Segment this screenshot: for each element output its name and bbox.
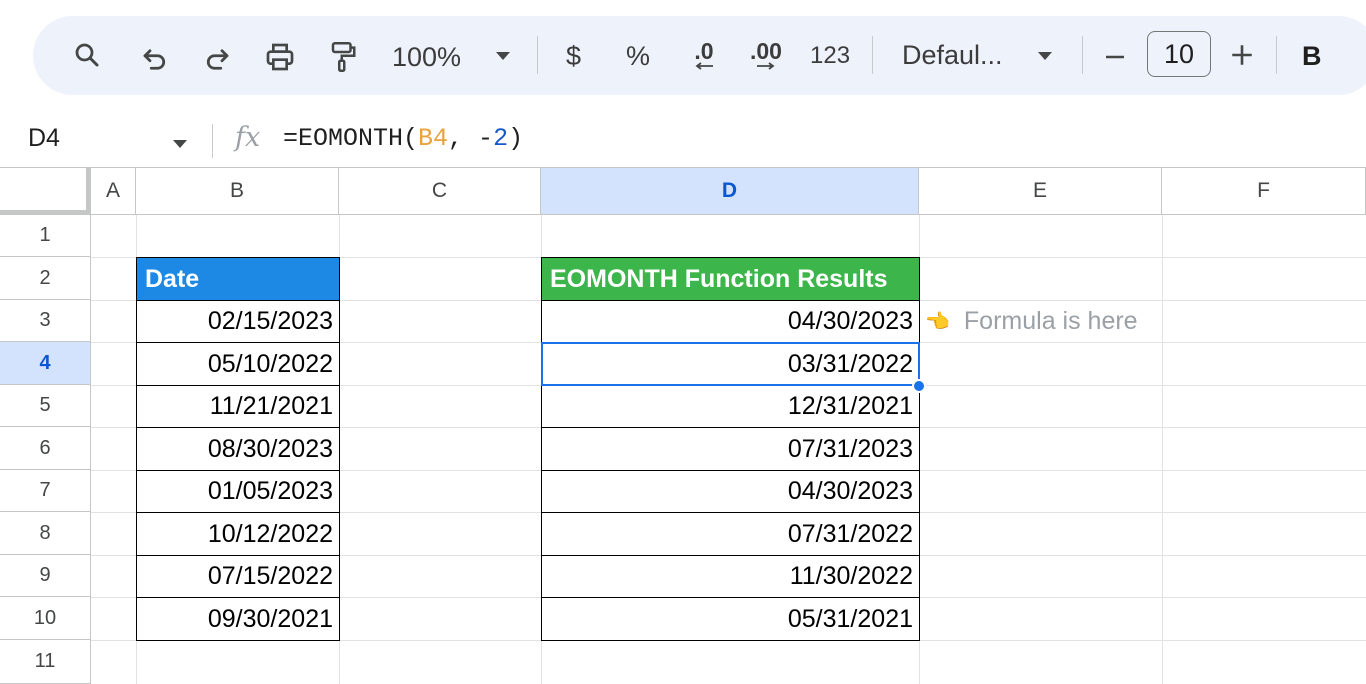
- date-cell[interactable]: 01/05/2023: [136, 470, 340, 513]
- row-header-9[interactable]: 9: [0, 555, 91, 597]
- zoom-select[interactable]: 100%: [392, 38, 461, 76]
- chevron-down-icon[interactable]: [172, 136, 188, 154]
- percent-format-button[interactable]: %: [626, 38, 650, 74]
- select-all-corner[interactable]: [0, 167, 91, 215]
- result-cell[interactable]: 07/31/2023: [541, 427, 920, 471]
- result-cell[interactable]: 12/31/2021: [541, 385, 920, 428]
- column-header-a[interactable]: A: [91, 167, 136, 215]
- column-header-d[interactable]: D: [541, 167, 919, 215]
- number-format-button[interactable]: 123: [810, 38, 850, 74]
- print-icon[interactable]: [262, 39, 298, 75]
- row-header-11[interactable]: 11: [0, 640, 91, 684]
- name-box[interactable]: D4: [28, 124, 60, 153]
- formula-bar: D4 fx =EOMONTH(B4, -2): [0, 112, 1366, 167]
- search-icon[interactable]: [70, 38, 104, 72]
- active-cell-selection[interactable]: [541, 342, 920, 386]
- row-header-7[interactable]: 7: [0, 470, 91, 512]
- date-cell[interactable]: 10/12/2022: [136, 512, 340, 556]
- increase-decimal-label: .00: [750, 38, 782, 64]
- note-text: Formula is here: [963, 306, 1138, 335]
- pointing-hand-icon: 👈: [925, 310, 950, 333]
- column-header-f[interactable]: F: [1162, 167, 1366, 215]
- result-cell[interactable]: 11/30/2022: [541, 555, 920, 598]
- font-family-select[interactable]: Defaul...: [902, 37, 1003, 73]
- chevron-down-icon[interactable]: [1034, 48, 1056, 64]
- result-cell[interactable]: 04/30/2023: [541, 470, 920, 513]
- date-cell[interactable]: 07/15/2022: [136, 555, 340, 598]
- toolbar-area: 100% $ % .0 .00 123 Defaul... 10 B: [0, 0, 1366, 112]
- formula-prefix: =EOMONTH(: [283, 124, 419, 153]
- date-cell[interactable]: 02/15/2023: [136, 300, 340, 343]
- formula-suffix: ): [508, 124, 524, 153]
- formula-ref: B4: [418, 124, 449, 153]
- chevron-down-icon[interactable]: [492, 48, 514, 64]
- row-header-3[interactable]: 3: [0, 300, 91, 342]
- date-cell[interactable]: 11/21/2021: [136, 385, 340, 428]
- date-cell[interactable]: 05/10/2022: [136, 342, 340, 386]
- decrease-decimal-label: .0: [694, 38, 714, 64]
- decrease-decimal-button[interactable]: .0: [684, 36, 724, 76]
- row-header-8[interactable]: 8: [0, 512, 91, 555]
- row-header-5[interactable]: 5: [0, 385, 91, 427]
- row-header-4[interactable]: 4: [0, 342, 91, 385]
- bold-button[interactable]: B: [1302, 38, 1322, 74]
- spreadsheet-grid[interactable]: A B C D E F 1 2 3 4 5 6 7 8 9 10 11 Date EOMONTH Function …: [0, 167, 1366, 684]
- formula-num: 2: [493, 124, 509, 153]
- fx-icon: fx: [235, 122, 261, 153]
- row-header-6[interactable]: 6: [0, 427, 91, 470]
- paint-format-icon[interactable]: [326, 38, 360, 76]
- row-header-1[interactable]: 1: [0, 215, 91, 257]
- date-header-cell[interactable]: Date: [136, 257, 340, 301]
- currency-format-button[interactable]: $: [566, 38, 581, 74]
- undo-icon[interactable]: [138, 40, 172, 74]
- redo-icon[interactable]: [200, 40, 234, 74]
- arrow-left-icon: [695, 62, 713, 70]
- plus-icon[interactable]: [1227, 40, 1257, 70]
- formula-input[interactable]: =EOMONTH(B4, -2): [283, 124, 523, 153]
- column-header-c[interactable]: C: [339, 167, 541, 215]
- result-cell[interactable]: 05/31/2021: [541, 597, 920, 641]
- arrow-right-icon: [757, 62, 775, 70]
- increase-decimal-button[interactable]: .00: [746, 36, 786, 76]
- fill-handle[interactable]: [912, 379, 926, 393]
- result-header-cell[interactable]: EOMONTH Function Results: [541, 257, 920, 301]
- row-header-10[interactable]: 10: [0, 597, 91, 640]
- font-size-input[interactable]: 10: [1147, 31, 1211, 77]
- result-cell[interactable]: 07/31/2022: [541, 512, 920, 556]
- date-cell[interactable]: 09/30/2021: [136, 597, 340, 641]
- formula-mid: , -: [448, 124, 494, 153]
- column-header-b[interactable]: B: [136, 167, 339, 215]
- column-header-e[interactable]: E: [919, 167, 1162, 215]
- row-header-2[interactable]: 2: [0, 257, 91, 300]
- date-cell[interactable]: 08/30/2023: [136, 427, 340, 471]
- formula-note: 👈 Formula is here: [925, 300, 1138, 342]
- result-cell[interactable]: 04/30/2023: [541, 300, 920, 343]
- minus-icon[interactable]: [1100, 42, 1130, 72]
